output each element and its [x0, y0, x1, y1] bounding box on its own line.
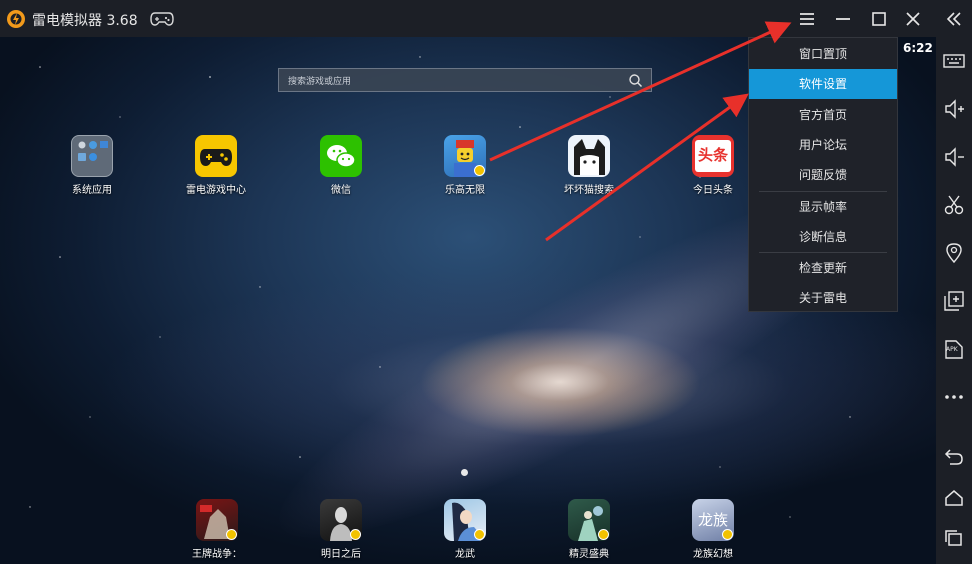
volume-up-button[interactable]	[940, 95, 968, 123]
menu-item-software-settings[interactable]: 软件设置	[749, 69, 897, 99]
collapse-icon	[946, 12, 961, 26]
maximize-icon	[872, 12, 886, 26]
title-bar: 雷电模拟器 3.68	[0, 0, 936, 37]
back-icon	[944, 449, 963, 465]
system-apps-folder-icon	[71, 135, 113, 177]
app-label: 雷电游戏中心	[186, 185, 246, 196]
elf-icon	[568, 499, 610, 541]
close-button[interactable]	[900, 6, 926, 32]
app-cat-search[interactable]: 坏坏猫搜索	[544, 135, 634, 196]
gamepad-icon[interactable]	[150, 11, 174, 27]
home-button[interactable]	[940, 484, 968, 512]
menu-item-official-site[interactable]: 官方首页	[749, 100, 897, 130]
menu-item-diagnostics[interactable]: 诊断信息	[749, 222, 897, 252]
menu-item-about[interactable]: 关于雷电	[749, 283, 897, 313]
app-elf[interactable]: 精灵盛典	[544, 499, 634, 560]
main-dropdown-menu: 窗口置顶 软件设置 官方首页 用户论坛 问题反馈 显示帧率 诊断信息 检查更新 …	[748, 37, 898, 312]
app-label: 王牌战争：	[192, 549, 242, 560]
maximize-button[interactable]	[866, 6, 892, 32]
close-icon	[906, 12, 920, 26]
multi-instance-button[interactable]	[940, 287, 968, 315]
dragon-fantasy-icon: 龙族	[692, 499, 734, 541]
location-icon	[946, 243, 962, 264]
app-dragon-fantasy[interactable]: 龙族 龙族幻想	[668, 499, 758, 560]
toutiao-icon-text: 头条	[697, 146, 728, 164]
app-label: 精灵盛典	[569, 549, 609, 560]
app-longwu[interactable]: 龙武	[420, 499, 510, 560]
volume-up-icon	[945, 99, 964, 119]
app-label: 系统应用	[72, 185, 112, 196]
minimize-icon	[836, 18, 850, 20]
apk-icon-text: APK	[946, 346, 958, 353]
game-badge-icon	[474, 165, 485, 176]
screenshot-icon	[944, 195, 964, 215]
game-badge-icon	[350, 529, 361, 540]
more-button[interactable]	[940, 383, 968, 411]
lifeafter-icon	[320, 499, 362, 541]
longwu-icon	[444, 499, 486, 541]
keyboard-button[interactable]	[940, 47, 968, 75]
app-system-apps[interactable]: 系统应用	[47, 135, 137, 196]
menu-item-user-forum[interactable]: 用户论坛	[749, 130, 897, 160]
game-badge-icon	[474, 529, 485, 540]
menu-item-check-update[interactable]: 检查更新	[749, 253, 897, 283]
app-label: 坏坏猫搜索	[564, 185, 614, 196]
app-label: 今日头条	[693, 185, 733, 196]
app-label: 微信	[331, 185, 351, 196]
location-button[interactable]	[940, 239, 968, 267]
app-lifeafter[interactable]: 明日之后	[296, 499, 386, 560]
back-button[interactable]	[940, 443, 968, 471]
app-label: 乐高无限	[445, 185, 485, 196]
menu-item-feedback[interactable]: 问题反馈	[749, 160, 897, 190]
app-lego[interactable]: 乐高无限	[420, 135, 510, 196]
dragon-fantasy-icon-text: 龙族	[697, 511, 728, 529]
app-label: 明日之后	[321, 549, 361, 560]
menu-item-show-fps[interactable]: 显示帧率	[749, 192, 897, 222]
menu-button[interactable]	[794, 6, 820, 32]
app-label: 龙族幻想	[693, 549, 733, 560]
status-clock: 6:22	[903, 41, 933, 55]
collapse-toolbar-button[interactable]	[940, 5, 968, 33]
app-title: 雷电模拟器 3.68	[32, 13, 138, 29]
page-indicator-dot	[461, 469, 468, 476]
toutiao-icon: 头条	[692, 135, 734, 177]
install-apk-button[interactable]: APK	[940, 335, 968, 363]
lego-icon	[444, 135, 486, 177]
wechat-icon	[320, 135, 362, 177]
search-icon[interactable]	[628, 73, 643, 88]
minimize-button[interactable]	[830, 6, 856, 32]
app-war-game[interactable]: 王牌战争：	[172, 499, 262, 560]
app-game-center[interactable]: 雷电游戏中心	[171, 135, 261, 196]
app-label: 龙武	[455, 549, 475, 560]
volume-down-button[interactable]	[940, 143, 968, 171]
multi-instance-icon	[944, 291, 964, 311]
game-center-icon	[195, 135, 237, 177]
war-game-icon	[196, 499, 238, 541]
menu-icon	[800, 13, 814, 25]
app-wechat[interactable]: 微信	[296, 135, 386, 196]
thunder-logo-icon	[7, 10, 25, 28]
screenshot-button[interactable]	[940, 191, 968, 219]
more-icon	[945, 395, 963, 399]
app-toutiao[interactable]: 头条 今日头条	[668, 135, 758, 196]
home-icon	[945, 490, 963, 506]
game-badge-icon	[722, 529, 733, 540]
keyboard-icon	[943, 54, 965, 68]
app-search-bar[interactable]: 搜索游戏或应用	[278, 68, 652, 92]
recent-apps-icon	[945, 530, 962, 546]
game-badge-icon	[226, 529, 237, 540]
search-placeholder: 搜索游戏或应用	[288, 77, 352, 87]
game-badge-icon	[598, 529, 609, 540]
cat-search-icon	[568, 135, 610, 177]
volume-down-icon	[945, 147, 964, 167]
right-toolbar: APK	[936, 0, 972, 564]
menu-item-window-on-top[interactable]: 窗口置顶	[749, 39, 897, 69]
recent-apps-button[interactable]	[940, 524, 968, 552]
